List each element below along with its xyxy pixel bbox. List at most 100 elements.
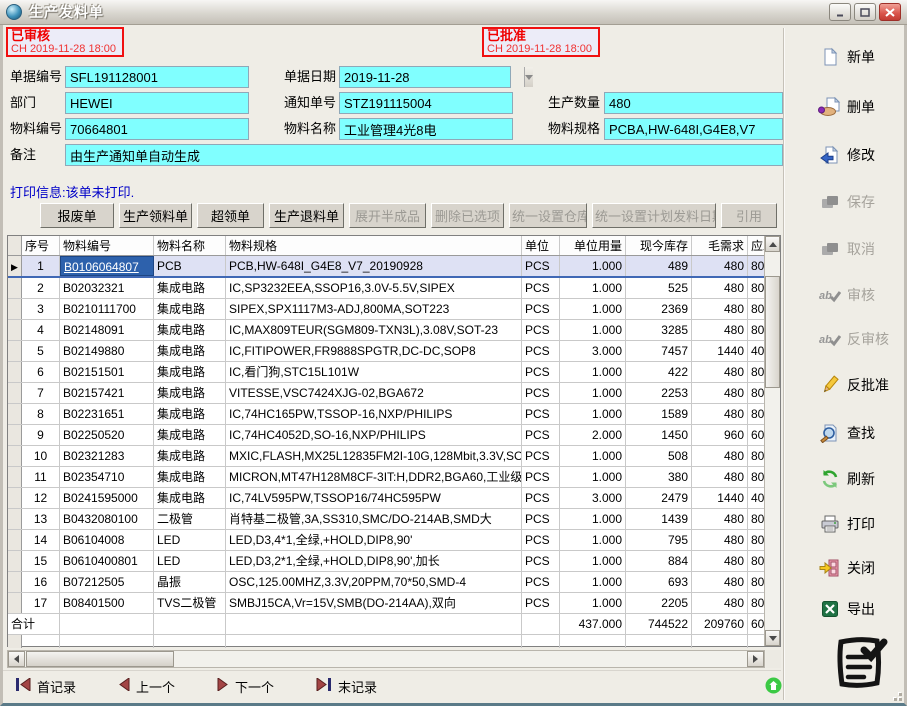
table-cell[interactable]: 1440 [692,488,748,508]
table-cell[interactable]: 525 [626,278,692,298]
table-cell[interactable]: 1589 [626,404,692,424]
table-cell[interactable]: 480 [692,404,748,424]
table-cell[interactable]: 480 [692,256,748,276]
doc-date-dropdown-icon[interactable] [524,67,533,87]
audit-button[interactable]: ab 审核 [818,280,906,310]
table-row[interactable]: 11B02354710集成电路MICRON,MT47H128M8CF-3IT:H… [8,467,766,488]
table-cell[interactable]: 集成电路 [154,404,226,424]
export-button[interactable]: 导出 [818,594,906,624]
tab-expand-semifinished[interactable]: 展开半成品 [349,203,426,228]
table-cell[interactable]: TVS二极管 [154,593,226,613]
table-cell[interactable]: B0241595000 [60,488,154,508]
column-header[interactable]: 序号 [22,236,60,255]
table-cell[interactable]: 1.000 [560,530,626,550]
refresh-button[interactable]: 刷新 [818,464,906,494]
table-cell[interactable]: 11 [22,467,60,487]
table-cell[interactable]: 晶振 [154,572,226,592]
tab-set-warehouse[interactable]: 统一设置仓库 [509,203,587,228]
table-cell[interactable]: 2.000 [560,425,626,445]
table-cell[interactable]: B02151501 [60,362,154,382]
table-cell[interactable]: 集成电路 [154,362,226,382]
tab-reference[interactable]: 引用 [721,203,777,228]
table-row[interactable]: 15B0610400801LEDLED,D3,2*1,全绿,+HOLD,DIP8… [8,551,766,572]
doc-date-combo[interactable] [339,66,511,88]
tab-scrap-order[interactable]: 报废单 [40,203,114,228]
table-cell[interactable]: 1.000 [560,278,626,298]
table-cell[interactable]: 17 [22,593,60,613]
reverse-approve-button[interactable]: 反批准 [818,370,906,400]
table-cell[interactable]: 2253 [626,383,692,403]
table-cell[interactable]: 480 [692,572,748,592]
table-row[interactable]: 17B08401500TVS二极管SMBJ15CA,Vr=15V,SMB(DO-… [8,593,766,614]
table-cell[interactable]: MXIC,FLASH,MX25L12835FM2I-10G,128Mbit,3.… [226,446,522,466]
vertical-scrollbar[interactable] [764,236,780,646]
table-cell[interactable]: 7457 [626,341,692,361]
table-cell[interactable]: 480 [692,278,748,298]
material-no-field[interactable] [65,118,249,140]
tab-delete-selected[interactable]: 删除已选项 [431,203,504,228]
next-record-button[interactable]: 下一个 [217,677,274,696]
table-cell[interactable]: 15 [22,551,60,571]
tab-production-return[interactable]: 生产退料单 [269,203,344,228]
material-spec-field[interactable] [604,118,783,140]
table-cell[interactable]: 13 [22,509,60,529]
material-name-field[interactable] [339,118,513,140]
table-cell[interactable]: PCS [522,551,560,571]
table-cell[interactable]: IC,74LV595PW,TSSOP16/74HC595PW [226,488,522,508]
table-cell[interactable]: PCS [522,383,560,403]
tab-over-picking[interactable]: 超领单 [197,203,264,228]
scroll-up-icon[interactable] [765,236,780,252]
column-header[interactable]: 物料编号 [60,236,154,255]
table-cell[interactable]: PCS [522,488,560,508]
table-cell[interactable]: PCS [522,256,560,276]
table-cell[interactable]: 1.000 [560,509,626,529]
new-order-button[interactable]: 新单 [818,42,906,72]
table-cell[interactable]: 6 [22,362,60,382]
table-cell[interactable]: 1.000 [560,299,626,319]
table-row[interactable]: 2B02032321集成电路IC,SP3232EEA,SSOP16,3.0V-5… [8,278,766,299]
table-cell[interactable]: PCS [522,404,560,424]
table-cell[interactable]: 489 [626,256,692,276]
close-button[interactable] [879,3,901,21]
table-cell[interactable]: 1450 [626,425,692,445]
table-cell[interactable]: PCS [522,509,560,529]
table-cell[interactable]: 1.000 [560,256,626,276]
table-cell[interactable]: B02250520 [60,425,154,445]
table-cell[interactable]: 2205 [626,593,692,613]
table-cell[interactable]: 8 [22,404,60,424]
table-cell[interactable]: 480 [692,362,748,382]
table-cell[interactable]: 480 [692,530,748,550]
table-cell[interactable]: 380 [626,467,692,487]
table-cell[interactable]: 693 [626,572,692,592]
table-cell[interactable]: 集成电路 [154,383,226,403]
table-cell[interactable]: 2369 [626,299,692,319]
table-cell[interactable]: 1.000 [560,467,626,487]
table-cell[interactable]: 集成电路 [154,446,226,466]
table-cell[interactable]: B02149880 [60,341,154,361]
table-row[interactable]: 12B0241595000集成电路IC,74LV595PW,TSSOP16/74… [8,488,766,509]
table-cell[interactable]: 二极管 [154,509,226,529]
table-cell[interactable]: MICRON,MT47H128M8CF-3IT:H,DDR2,BGA60,工业级 [226,467,522,487]
table-cell[interactable]: PCS [522,425,560,445]
scroll-right-icon[interactable] [747,651,764,667]
column-header[interactable]: 毛需求 [692,236,748,255]
table-cell[interactable]: 480 [692,383,748,403]
prod-qty-field[interactable] [604,92,783,114]
table-cell[interactable]: B0210111700 [60,299,154,319]
close-form-button[interactable]: 关闭 [818,553,906,583]
table-cell[interactable]: 1.000 [560,572,626,592]
table-row[interactable]: 6B02151501集成电路IC,看门狗,STC15L101WPCS1.0004… [8,362,766,383]
table-cell[interactable]: 1.000 [560,320,626,340]
column-header[interactable]: 单位用量 [560,236,626,255]
table-cell[interactable]: PCS [522,320,560,340]
table-cell[interactable]: 9 [22,425,60,445]
table-cell[interactable]: 肖特基二极管,3A,SS310,SMC/DO-214AB,SMD大 [226,509,522,529]
table-row[interactable]: ▶1B0106064807PCBPCB,HW-648I_G4E8_V7_2019… [8,256,766,278]
table-cell[interactable]: 14 [22,530,60,550]
table-cell[interactable]: 480 [692,467,748,487]
table-cell[interactable]: LED [154,551,226,571]
table-cell[interactable]: 1.000 [560,383,626,403]
save-button[interactable]: 保存 [818,187,906,217]
table-cell[interactable]: B06104008 [60,530,154,550]
table-cell[interactable]: 2479 [626,488,692,508]
